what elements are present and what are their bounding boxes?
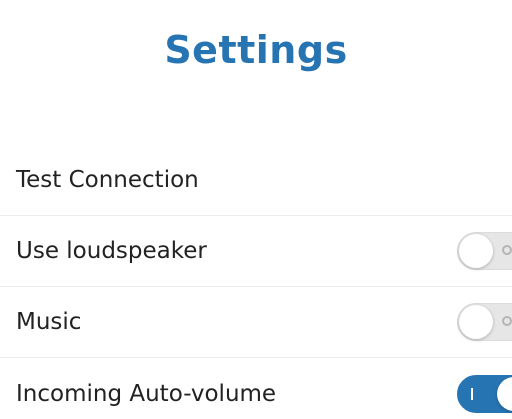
settings-row-incoming-auto-volume: Incoming Auto-volume xyxy=(0,358,512,419)
toggle-off-icon xyxy=(502,316,512,326)
settings-row-test-connection[interactable]: Test Connection xyxy=(0,145,512,216)
settings-screen: Settings Test Connection Use loudspeaker… xyxy=(0,0,512,419)
toggle-knob xyxy=(459,234,493,268)
settings-row-music: Music xyxy=(0,287,512,358)
test-connection-label: Test Connection xyxy=(16,167,199,193)
toggle-off-icon xyxy=(502,245,512,255)
toggle-knob xyxy=(459,305,493,339)
settings-row-use-loudspeaker: Use loudspeaker xyxy=(0,216,512,287)
use-loudspeaker-label: Use loudspeaker xyxy=(16,238,207,264)
incoming-auto-volume-label: Incoming Auto-volume xyxy=(16,380,277,407)
page-title: Settings xyxy=(164,28,348,72)
music-label: Music xyxy=(16,309,82,335)
settings-list: Test Connection Use loudspeaker Music In… xyxy=(0,145,512,419)
toggle-on-icon xyxy=(471,387,473,400)
incoming-auto-volume-toggle[interactable] xyxy=(457,374,512,413)
music-toggle[interactable] xyxy=(457,303,512,341)
use-loudspeaker-toggle[interactable] xyxy=(457,232,512,270)
toggle-knob xyxy=(497,376,512,411)
